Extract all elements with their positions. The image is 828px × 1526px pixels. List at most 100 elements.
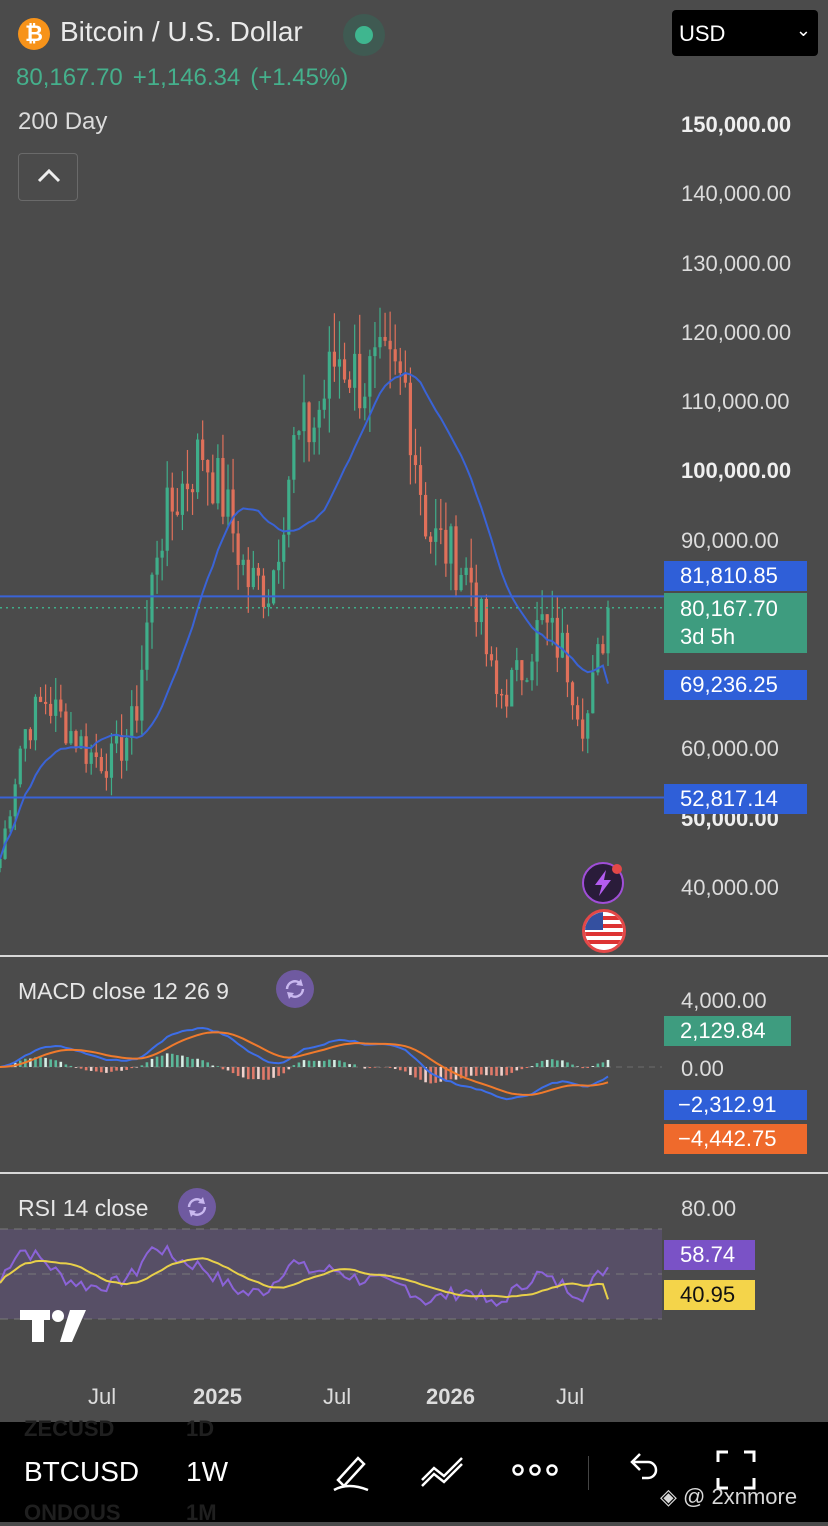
candle-body	[571, 682, 574, 705]
price-change: +1,146.34	[133, 64, 240, 91]
macd-histogram-bar	[348, 1064, 351, 1067]
candle-body	[561, 633, 564, 658]
candle-body	[449, 526, 452, 563]
candle-body	[226, 489, 229, 516]
candle-body	[59, 700, 62, 712]
undo-icon[interactable]	[624, 1450, 660, 1491]
candle-body	[439, 528, 442, 530]
candle-body	[150, 575, 153, 623]
macd-histogram-bar	[85, 1067, 88, 1070]
candle-body	[475, 583, 478, 623]
pen-draw-icon[interactable]	[330, 1450, 372, 1497]
macd-histogram-bar	[480, 1067, 483, 1075]
interval-picker-next[interactable]: 1M	[186, 1500, 217, 1526]
candle-body	[313, 428, 316, 443]
macd-histogram-bar	[399, 1067, 402, 1070]
lightning-alert-icon[interactable]	[582, 862, 624, 904]
symbol-picker-prev[interactable]: ZECUSD	[24, 1416, 114, 1442]
macd-histogram-bar	[120, 1067, 123, 1071]
interval-picker-prev[interactable]: 1D	[186, 1416, 214, 1442]
candle-body	[576, 705, 579, 719]
candle-body	[120, 735, 123, 761]
ma-price-tag: 69,236.25	[664, 670, 807, 700]
macd-histogram-bar	[303, 1060, 306, 1067]
candle-body	[434, 528, 437, 542]
interval-picker[interactable]: 1W	[186, 1456, 228, 1488]
macd-histogram-bar	[364, 1067, 367, 1069]
macd-histogram-bar	[419, 1067, 422, 1080]
candle-body	[581, 720, 584, 739]
refresh-icon[interactable]	[276, 970, 314, 1008]
macd-histogram-bar	[536, 1063, 539, 1067]
last-price-tag: 80,167.70 3d 5h	[664, 593, 807, 653]
macd-histogram-bar	[49, 1059, 52, 1067]
candle-body	[176, 512, 179, 515]
candle-body	[318, 410, 321, 428]
macd-histogram-bar	[581, 1067, 584, 1068]
macd-histogram-bar	[125, 1067, 128, 1070]
candle-body	[155, 558, 158, 575]
macd-histogram-bar	[247, 1067, 250, 1079]
macd-histogram-bar	[252, 1067, 255, 1079]
binance-logo-icon: ◈	[660, 1484, 677, 1509]
more-options-icon[interactable]	[512, 1462, 558, 1483]
rsi-axis-label: 80.00	[681, 1196, 736, 1222]
candle-body	[252, 568, 255, 587]
candle-body	[287, 480, 290, 535]
trendline-icon[interactable]	[418, 1450, 466, 1497]
macd-histogram-bar	[262, 1067, 265, 1080]
toolbar-divider	[588, 1456, 589, 1490]
support-price-tag[interactable]: 52,817.14	[664, 784, 807, 814]
us-flag-icon[interactable]	[582, 909, 626, 953]
price-axis-label: 130,000.00	[681, 251, 791, 277]
currency-select[interactable]: USD ⌄	[672, 10, 818, 56]
macd-histogram-bar	[166, 1053, 169, 1067]
macd-histogram-bar	[592, 1066, 595, 1067]
candle-body	[145, 623, 148, 670]
price-axis-label: 40,000.00	[681, 875, 779, 901]
resistance-price-tag[interactable]: 81,810.85	[664, 561, 807, 591]
candle-body	[54, 700, 57, 716]
candle-body	[343, 359, 346, 379]
rsi-label[interactable]: RSI 14 close	[18, 1195, 148, 1222]
symbol-title[interactable]: Bitcoin / U.S. Dollar	[60, 16, 303, 48]
candle-body	[323, 399, 326, 410]
candle-body	[206, 460, 209, 472]
bitcoin-logo-icon: ₿	[18, 18, 50, 50]
macd-histogram-bar	[404, 1067, 407, 1071]
candle-body	[480, 599, 483, 622]
candle-body	[515, 660, 518, 670]
candle-body	[368, 356, 371, 397]
symbol-picker[interactable]: BTCUSD	[24, 1456, 139, 1488]
macd-histogram-bar	[495, 1067, 498, 1076]
macd-histogram-bar	[586, 1067, 589, 1068]
candle-body	[44, 702, 47, 704]
macd-histogram-bar	[465, 1067, 468, 1077]
candle-body	[105, 771, 108, 778]
rsi-value-tag: 58.74	[664, 1240, 755, 1270]
candle-body	[34, 697, 37, 740]
macd-histogram-bar	[232, 1067, 235, 1073]
candle-body	[353, 354, 356, 388]
macd-label[interactable]: MACD close 12 26 9	[18, 978, 229, 1005]
macd-histogram-bar	[288, 1067, 291, 1069]
macd-histogram-bar	[369, 1067, 372, 1068]
price-change-percent: (+1.45%)	[250, 64, 348, 91]
ma-indicator-label[interactable]: 200 Day	[18, 108, 107, 136]
macd-histogram-bar	[521, 1067, 524, 1069]
symbol-picker-next[interactable]: ONDOUS	[24, 1500, 121, 1526]
macd-histogram-bar	[80, 1067, 83, 1069]
macd-histogram-bar	[333, 1060, 336, 1067]
macd-signal-tag: −4,442.75	[664, 1124, 807, 1154]
last-price: 80,167.70	[16, 64, 123, 91]
macd-histogram-bar	[602, 1062, 605, 1067]
macd-histogram-bar	[146, 1062, 149, 1067]
market-open-status-icon[interactable]	[343, 14, 385, 56]
refresh-icon[interactable]	[178, 1188, 216, 1226]
price-axis-label: 120,000.00	[681, 320, 791, 346]
collapse-legend-button[interactable]	[18, 153, 78, 201]
macd-histogram-bar	[323, 1061, 326, 1067]
candle-body	[24, 729, 27, 748]
candle-body	[302, 402, 305, 431]
candle-body	[520, 660, 523, 680]
